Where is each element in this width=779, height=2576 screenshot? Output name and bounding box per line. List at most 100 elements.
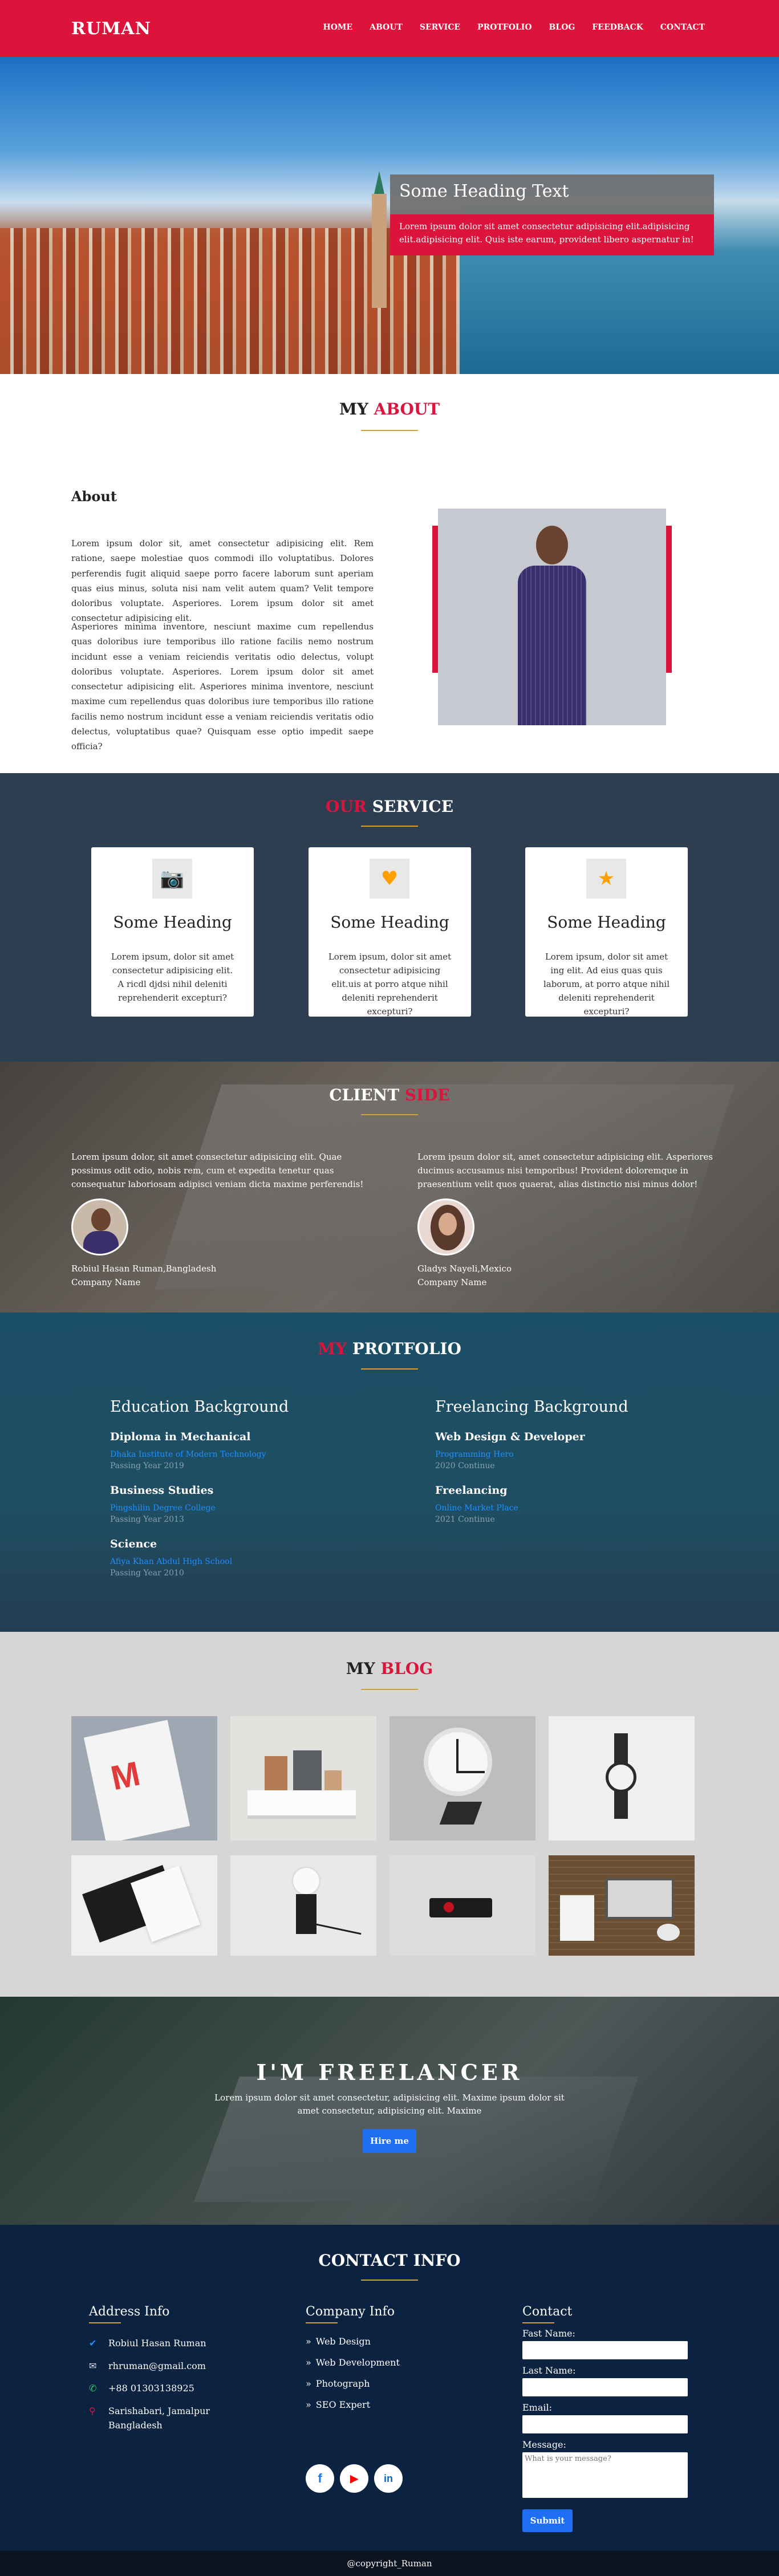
nav-feedback[interactable]: FEEDBACK xyxy=(592,23,643,32)
service-title: OUR SERVICE xyxy=(0,797,779,816)
location-icon: ⚲ xyxy=(89,2405,96,2416)
blog-image-paper[interactable] xyxy=(71,1855,217,1956)
blog-title: MY BLOG xyxy=(0,1659,779,1678)
site-header: RUMAN HOME ABOUT SERVICE PROTFOLIO BLOG … xyxy=(0,0,779,57)
blog-image-watch[interactable] xyxy=(549,1716,695,1840)
nav-about[interactable]: ABOUT xyxy=(370,23,403,32)
double-chevron-icon: » xyxy=(306,2399,311,2410)
camera-icon: 📷 xyxy=(152,859,192,899)
nav-blog[interactable]: BLOG xyxy=(549,23,575,32)
about-title-accent: ABOUT xyxy=(374,400,440,419)
service-card[interactable]: 📷 Some Heading Lorem ipsum, dolor sit am… xyxy=(91,847,254,1017)
blog-image-desk[interactable] xyxy=(230,1716,376,1840)
title-underline xyxy=(361,1114,418,1115)
about-photo xyxy=(438,509,666,725)
service-card[interactable]: ♥ Some Heading Lorem ipsum, dolor sit am… xyxy=(309,847,471,1017)
service-card-heading: Some Heading xyxy=(547,913,666,932)
about-paragraph-1: Lorem ipsum dolor sit, amet consectetur … xyxy=(71,538,374,624)
freelancer-text: Lorem ipsum dolor sit amet consectetur, … xyxy=(214,2093,565,2116)
message-textarea[interactable] xyxy=(522,2452,688,2498)
service-title-plain: SERVICE xyxy=(372,797,454,816)
portfolio-item-year: Passing Year 2013 xyxy=(110,1515,184,1524)
portfolio-item-title: Freelancing xyxy=(435,1484,508,1497)
testimonial-text: Lorem ipsum dolor, sit amet consectetur … xyxy=(71,1152,364,1189)
portfolio-item-title: Web Design & Developer xyxy=(435,1431,585,1443)
double-chevron-icon: » xyxy=(306,2357,311,2368)
portfolio-item: Diploma in Mechanical Dhaka Institute of … xyxy=(110,1431,395,1470)
address-name: Robiul Hasan Ruman xyxy=(108,2338,206,2349)
about-heading: About xyxy=(71,488,117,505)
title-underline xyxy=(361,430,418,431)
about-section: MY ABOUT About Lorem ipsum dolor sit, am… xyxy=(0,374,779,773)
email-input[interactable] xyxy=(522,2415,688,2433)
nav-contact[interactable]: CONTACT xyxy=(660,23,705,32)
last-name-input[interactable] xyxy=(522,2378,688,2396)
service-card-heading: Some Heading xyxy=(330,913,449,932)
blog-image-laptop[interactable] xyxy=(549,1855,695,1956)
blog-title-plain: MY xyxy=(346,1659,381,1678)
youtube-icon[interactable]: ▶ xyxy=(340,2464,368,2493)
photo-accent-bar-left xyxy=(432,526,438,673)
portfolio-item-year: 2021 Continue xyxy=(435,1515,495,1524)
blog-image-clock[interactable] xyxy=(390,1716,535,1840)
portfolio-title-accent: MY xyxy=(318,1339,352,1358)
company-link-web-development[interactable]: » Web Development xyxy=(306,2357,465,2368)
blog-image-lamp[interactable] xyxy=(230,1855,376,1956)
address-row: ✔ Robiul Hasan Ruman xyxy=(89,2336,260,2351)
address-row: ⚲ Sarishabari, Jamalpur Bangladesh xyxy=(89,2404,260,2433)
mail-icon: ✉ xyxy=(89,2360,97,2371)
hire-me-button[interactable]: Hire me xyxy=(363,2129,416,2153)
blog-section: MY BLOG M xyxy=(0,1632,779,1997)
message-label: Message: xyxy=(522,2439,566,2450)
portfolio-item-sub[interactable]: Dhaka Institute of Modern Technology xyxy=(110,1450,395,1459)
education-heading: Education Background xyxy=(110,1398,289,1416)
portfolio-item-title: Business Studies xyxy=(110,1484,214,1497)
portfolio-item: Science Afiya Khan Abdul High School Passi… xyxy=(110,1538,395,1578)
heart-icon: ♥ xyxy=(370,859,409,899)
testimonial-name: Gladys Nayeli,Mexico xyxy=(417,1263,512,1274)
copyright-text: @copyright_Ruman xyxy=(347,2558,432,2569)
blog-image-stationery[interactable]: M xyxy=(71,1716,217,1840)
logo[interactable]: RUMAN xyxy=(71,19,151,39)
hero-banner: Some Heading Text Lorem ipsum dolor sit … xyxy=(0,57,779,374)
service-card-heading: Some Heading xyxy=(113,913,232,932)
company-link-photograph[interactable]: » Photograph xyxy=(306,2378,465,2389)
company-link-web-design[interactable]: » Web Design xyxy=(306,2336,465,2347)
nav-portfolio[interactable]: PROTFOLIO xyxy=(477,23,532,32)
avatar xyxy=(71,1198,128,1256)
service-card[interactable]: ★ Some Heading Lorem ipsum, dolor sit am… xyxy=(525,847,688,1017)
client-title-accent: SIDE xyxy=(404,1086,450,1104)
address-location: Sarishabari, Jamalpur Bangladesh xyxy=(108,2405,210,2431)
double-chevron-icon: » xyxy=(306,2336,311,2347)
main-nav: HOME ABOUT SERVICE PROTFOLIO BLOG FEEDBA… xyxy=(306,23,705,32)
portfolio-item-sub[interactable]: Programming Hero xyxy=(435,1450,720,1459)
portfolio-item: Freelancing Online Market Place 2021 Conti… xyxy=(435,1484,720,1524)
nav-home[interactable]: HOME xyxy=(323,23,352,32)
portfolio-item-sub[interactable]: Afiya Khan Abdul High School xyxy=(110,1557,395,1566)
address-email[interactable]: rhruman@gmail.com xyxy=(108,2359,206,2374)
client-title: CLIENT SIDE xyxy=(0,1086,779,1104)
portfolio-item-sub[interactable]: Online Market Place xyxy=(435,1504,720,1513)
avatar xyxy=(417,1198,474,1256)
last-name-label: Last Name: xyxy=(522,2365,576,2376)
contact-title: CONTACT INFO xyxy=(318,2251,461,2270)
linkedin-icon[interactable]: in xyxy=(374,2464,403,2493)
nav-service[interactable]: SERVICE xyxy=(420,23,460,32)
company-link-seo-expert[interactable]: » SEO Expert xyxy=(306,2399,465,2410)
portfolio-item-year: Passing Year 2010 xyxy=(110,1569,184,1578)
portfolio-title: MY PROTFOLIO xyxy=(0,1339,779,1358)
about-title: MY ABOUT xyxy=(0,400,779,419)
heading-underline xyxy=(306,2322,338,2323)
portfolio-item-year: Passing Year 2019 xyxy=(110,1461,184,1470)
title-underline xyxy=(361,1689,418,1690)
testimonial-name: Robiul Hasan Ruman,Bangladesh xyxy=(71,1263,217,1274)
blog-title-accent: BLOG xyxy=(380,1659,433,1678)
first-name-label: Fast Name: xyxy=(522,2328,575,2339)
facebook-icon[interactable]: f xyxy=(306,2464,334,2493)
first-name-input[interactable] xyxy=(522,2341,688,2359)
address-phone[interactable]: +88 01303138925 xyxy=(108,2381,194,2396)
portfolio-item-sub[interactable]: Pingshilin Degree College xyxy=(110,1504,395,1513)
submit-button[interactable]: Submit xyxy=(522,2509,573,2532)
about-photo-frame xyxy=(432,509,672,725)
blog-image-device[interactable] xyxy=(390,1855,535,1956)
